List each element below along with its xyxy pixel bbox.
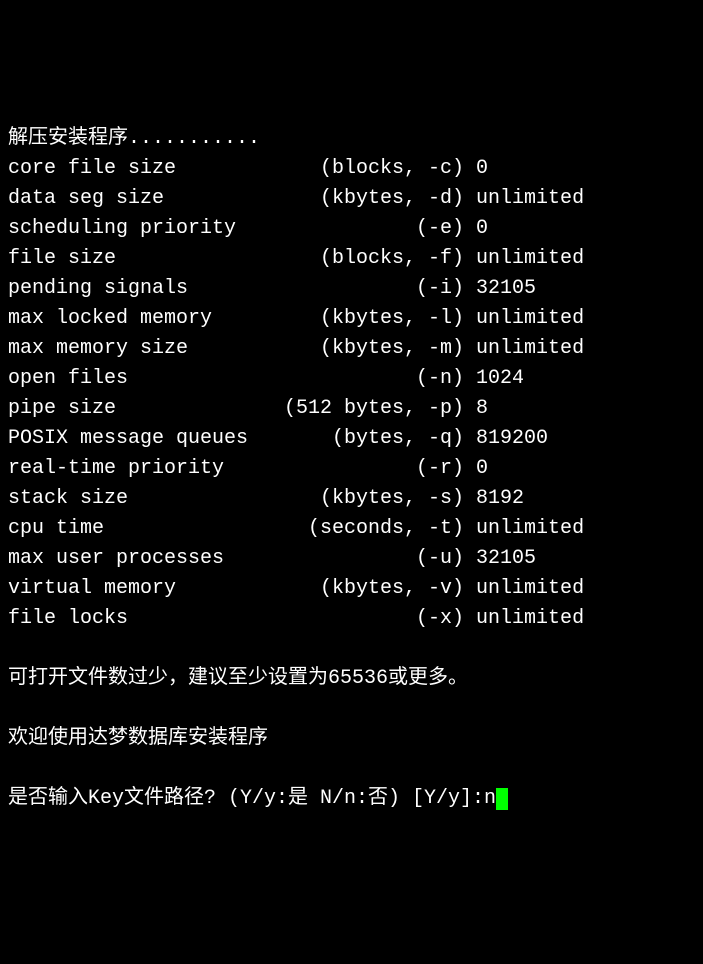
ulimit-row: max memory size(kbytes, -m)unlimited	[8, 334, 695, 364]
ulimit-unit: (-e)	[284, 214, 464, 244]
ulimit-name: max locked memory	[8, 304, 284, 334]
ulimit-value: 32105	[464, 274, 536, 304]
ulimit-value: unlimited	[464, 184, 584, 214]
ulimit-row: pipe size(512 bytes, -p)8	[8, 394, 695, 424]
ulimit-unit: (kbytes, -d)	[284, 184, 464, 214]
ulimit-unit: (blocks, -f)	[284, 244, 464, 274]
blank-line	[8, 754, 695, 784]
ulimit-name: data seg size	[8, 184, 284, 214]
ulimit-name: max memory size	[8, 334, 284, 364]
ulimit-row: scheduling priority(-e)0	[8, 214, 695, 244]
ulimit-name: file locks	[8, 604, 284, 634]
welcome-message: 欢迎使用达梦数据库安装程序	[8, 724, 695, 754]
ulimit-value: unlimited	[464, 604, 584, 634]
ulimit-name: POSIX message queues	[8, 424, 284, 454]
ulimit-row: cpu time(seconds, -t)unlimited	[8, 514, 695, 544]
ulimit-row: core file size(blocks, -c)0	[8, 154, 695, 184]
ulimit-name: open files	[8, 364, 284, 394]
ulimit-value: unlimited	[464, 244, 584, 274]
ulimit-value: unlimited	[464, 514, 584, 544]
terminal-output: 解压安装程序...........core file size(blocks, …	[8, 124, 695, 814]
ulimit-value: 0	[464, 454, 488, 484]
ulimit-name: cpu time	[8, 514, 284, 544]
ulimit-value: 0	[464, 214, 488, 244]
ulimit-unit: (-i)	[284, 274, 464, 304]
ulimit-name: pending signals	[8, 274, 284, 304]
ulimit-name: max user processes	[8, 544, 284, 574]
ulimit-value: 8	[464, 394, 488, 424]
ulimit-unit: (kbytes, -l)	[284, 304, 464, 334]
blank-line	[8, 694, 695, 724]
ulimit-value: unlimited	[464, 334, 584, 364]
ulimit-name: pipe size	[8, 394, 284, 424]
ulimit-row: data seg size(kbytes, -d)unlimited	[8, 184, 695, 214]
open-files-warning: 可打开文件数过少，建议至少设置为65536或更多。	[8, 664, 695, 694]
ulimit-unit: (-x)	[284, 604, 464, 634]
cursor	[496, 788, 508, 810]
ulimit-unit: (512 bytes, -p)	[284, 394, 464, 424]
ulimit-unit: (-r)	[284, 454, 464, 484]
ulimit-unit: (kbytes, -v)	[284, 574, 464, 604]
ulimit-name: stack size	[8, 484, 284, 514]
ulimit-unit: (-n)	[284, 364, 464, 394]
ulimit-name: real-time priority	[8, 454, 284, 484]
ulimit-value: unlimited	[464, 304, 584, 334]
ulimit-row: virtual memory(kbytes, -v)unlimited	[8, 574, 695, 604]
key-file-prompt: 是否输入Key文件路径? (Y/y:是 N/n:否) [Y/y]:n	[8, 784, 695, 814]
ulimit-row: max user processes(-u)32105	[8, 544, 695, 574]
ulimit-name: core file size	[8, 154, 284, 184]
extract-header: 解压安装程序...........	[8, 124, 695, 154]
ulimit-row: pending signals(-i)32105	[8, 274, 695, 304]
ulimit-name: virtual memory	[8, 574, 284, 604]
ulimit-unit: (bytes, -q)	[284, 424, 464, 454]
ulimit-unit: (seconds, -t)	[284, 514, 464, 544]
blank-line	[8, 634, 695, 664]
ulimit-value: 819200	[464, 424, 548, 454]
prompt-question: 是否输入Key文件路径? (Y/y:是 N/n:否) [Y/y]:	[8, 787, 484, 810]
ulimit-row: file size(blocks, -f)unlimited	[8, 244, 695, 274]
ulimit-row: open files(-n)1024	[8, 364, 695, 394]
ulimit-value: 8192	[464, 484, 524, 514]
ulimit-row: real-time priority(-r)0	[8, 454, 695, 484]
prompt-input[interactable]: n	[484, 787, 496, 810]
ulimit-unit: (-u)	[284, 544, 464, 574]
ulimit-row: POSIX message queues(bytes, -q)819200	[8, 424, 695, 454]
ulimit-name: file size	[8, 244, 284, 274]
ulimit-value: 32105	[464, 544, 536, 574]
ulimit-unit: (blocks, -c)	[284, 154, 464, 184]
ulimit-row: stack size(kbytes, -s)8192	[8, 484, 695, 514]
ulimit-unit: (kbytes, -s)	[284, 484, 464, 514]
ulimit-value: unlimited	[464, 574, 584, 604]
ulimit-value: 1024	[464, 364, 524, 394]
ulimit-value: 0	[464, 154, 488, 184]
ulimit-row: file locks(-x)unlimited	[8, 604, 695, 634]
ulimit-unit: (kbytes, -m)	[284, 334, 464, 364]
ulimit-row: max locked memory(kbytes, -l)unlimited	[8, 304, 695, 334]
ulimit-name: scheduling priority	[8, 214, 284, 244]
